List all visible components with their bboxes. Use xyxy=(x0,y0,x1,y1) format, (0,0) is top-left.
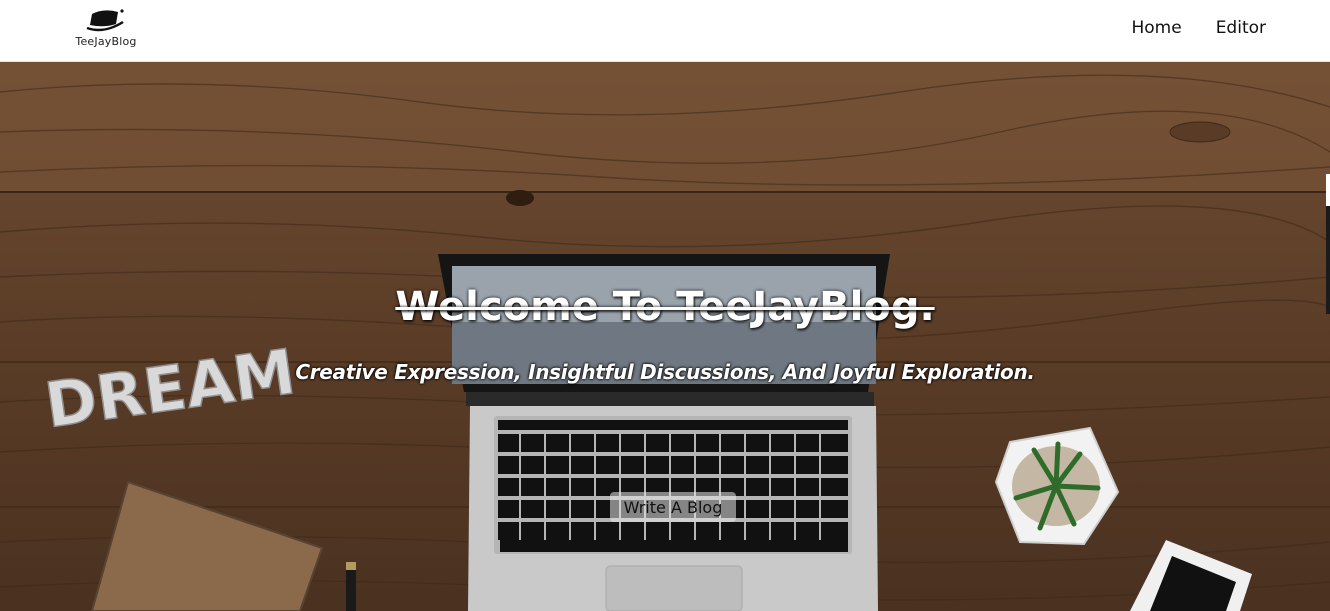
brand-logo[interactable]: TeeJayBlog xyxy=(68,8,144,52)
main-nav: Home Editor xyxy=(1131,18,1266,38)
top-navbar: TeeJayBlog Home Editor xyxy=(0,0,1330,62)
brand-name: TeeJayBlog xyxy=(75,35,137,48)
hero-background-image: DREAM xyxy=(0,62,1330,611)
nav-editor-link[interactable]: Editor xyxy=(1216,18,1266,38)
scrollbar-track-top xyxy=(1326,174,1330,206)
nav-home-link[interactable]: Home xyxy=(1131,18,1181,38)
hero-headline: Welcome To TeeJayBlog. xyxy=(395,284,935,330)
write-blog-button[interactable]: Write A Blog xyxy=(610,492,736,522)
laptop-swoosh-icon xyxy=(86,9,124,32)
hero-tagline: Creative Expression, Insightful Discussi… xyxy=(295,360,1035,384)
hero-section: DREAM Welcome To TeeJayBlog. Creative Ex… xyxy=(0,62,1330,611)
